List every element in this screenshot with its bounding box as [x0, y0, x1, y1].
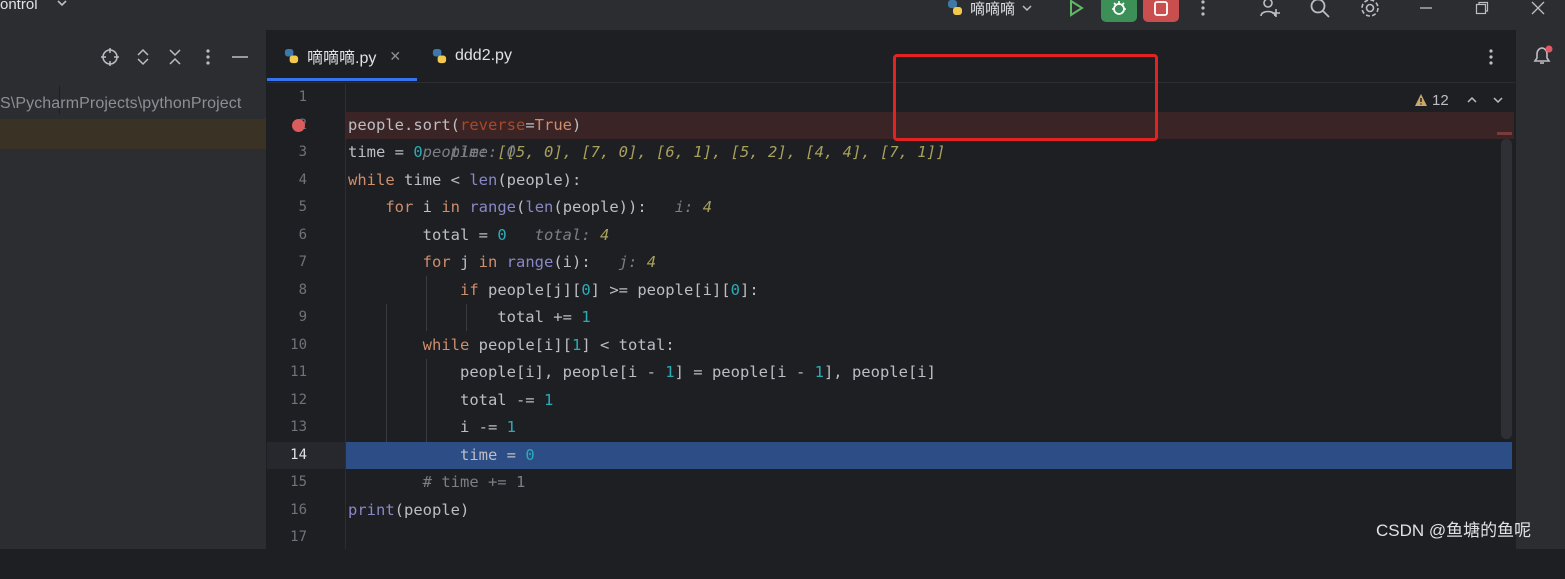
warnings-count: 12 [1432, 91, 1449, 109]
more-icon [1201, 0, 1205, 16]
highlight-annotation-box [893, 54, 1158, 141]
chevron-down-icon[interactable] [56, 0, 68, 12]
inline-debug-value: time: 0 [450, 143, 516, 161]
line-number: 12 [290, 391, 307, 408]
stop-button[interactable] [1143, 0, 1179, 22]
line-number: 4 [298, 171, 307, 188]
vcs-widget-label[interactable]: ontrol [0, 0, 38, 13]
maximize-icon [1475, 1, 1489, 15]
close-icon [1531, 1, 1545, 15]
line-number: 9 [298, 309, 307, 325]
line-number: 5 [298, 199, 307, 215]
line-number: 7 [298, 254, 307, 270]
code-line-7: for j in range(i): j: 4 [422, 253, 657, 271]
code-line-3: time = 0 time: 0 [348, 143, 516, 161]
tab-label: 嘀嘀嘀.py [307, 50, 377, 67]
code-line-9: total += 1 [497, 308, 591, 326]
right-tool-strip [1515, 30, 1565, 549]
project-tool-window: S\PycharmProjects\pythonProject [0, 30, 267, 549]
code-line-4: while time < len(people): [348, 170, 582, 189]
code-line-15: # time += 1 [422, 473, 526, 491]
more-actions-button[interactable] [1191, 0, 1215, 20]
line-number: 8 [298, 281, 307, 298]
minimize-icon [232, 56, 248, 58]
breakpoint-icon[interactable] [292, 119, 305, 132]
editor-tab-bar: 嘀嘀嘀.py ✕ ddd2.py [267, 30, 1515, 83]
python-file-icon [284, 48, 299, 63]
more-icon [1489, 49, 1493, 65]
code-editor[interactable]: people = [[7,0],[4,4],[7,1],[5,0],[6,1],… [346, 84, 1514, 549]
run-configuration-selector[interactable]: 嘀嘀嘀 [946, 0, 1033, 20]
code-line-13: i -= 1 [459, 418, 516, 436]
project-options-button[interactable] [197, 46, 219, 68]
tab-ddd2-py[interactable]: ddd2.py [431, 30, 512, 82]
code-line-8: if people[j][0] >= people[i][0]: [459, 280, 759, 299]
breakpoint-scroll-marker [1497, 132, 1512, 135]
line-number: 6 [298, 226, 307, 243]
bell-icon [1533, 45, 1553, 64]
window-close-button[interactable] [1526, 0, 1550, 20]
search-icon [1310, 0, 1330, 18]
code-line-14-execution-point: time = 0 [346, 441, 1512, 469]
more-icon [206, 49, 210, 65]
collapse-all-icon [169, 49, 181, 65]
warning-icon [1415, 94, 1427, 106]
select-opened-file-button[interactable] [99, 46, 121, 68]
editor-scrollbar[interactable] [1501, 139, 1512, 439]
run-icon [1070, 0, 1084, 17]
run-configuration-label: 嘀嘀嘀 [970, 0, 1016, 18]
tab-options-button[interactable] [1481, 46, 1501, 68]
active-tab-indicator [267, 78, 417, 81]
search-everywhere-button[interactable] [1308, 0, 1332, 20]
line-number: 17 [290, 529, 307, 545]
line-number: 3 [298, 144, 307, 160]
tab-dididi-py[interactable]: 嘀嘀嘀.py ✕ [283, 30, 401, 82]
code-line-16: print(people) [348, 500, 470, 519]
chevron-down-icon [1022, 5, 1032, 12]
line-number: 16 [290, 501, 307, 518]
debug-button[interactable] [1101, 0, 1137, 22]
python-icon [948, 0, 962, 15]
expand-all-button[interactable] [132, 46, 154, 68]
chevron-up-icon[interactable] [1466, 94, 1478, 106]
stop-icon [1154, 1, 1168, 16]
watermark: CSDN @鱼塘的鱼呢 [1376, 521, 1532, 540]
line-number-current: 14 [290, 446, 307, 463]
settings-button[interactable] [1358, 0, 1382, 20]
add-user-icon [1260, 0, 1280, 17]
crosshair-icon [101, 48, 119, 66]
code-line-6: total = 0 total: 4 [422, 225, 610, 244]
notifications-button[interactable] [1530, 44, 1554, 68]
hide-project-button[interactable] [229, 46, 251, 68]
code-line-11: people[i], people[i - 1] = people[i - 1]… [459, 363, 936, 381]
expand-collapse-icon [137, 48, 149, 66]
gear-icon [1361, 0, 1379, 17]
selected-tree-row[interactable] [0, 119, 266, 149]
inspection-widget[interactable]: 12 [1408, 88, 1455, 112]
editor-gutter: 1 2 3 4 5 6 7 8 9 10 11 12 13 14 15 16 1… [267, 84, 345, 549]
code-with-me-button[interactable] [1258, 0, 1282, 20]
line-number: 15 [290, 474, 307, 490]
tab-close-icon[interactable]: ✕ [389, 48, 401, 65]
line-number: 1 [298, 89, 307, 105]
title-bar: ontrol 嘀嘀嘀 [0, 0, 1565, 30]
line-number: 10 [290, 336, 307, 353]
code-line-5: for i in range(len(people)): i: 4 [385, 198, 713, 216]
inspection-navigation [1466, 88, 1504, 112]
code-line-12: total -= 1 [459, 390, 554, 409]
minimize-icon [1420, 7, 1432, 9]
collapse-all-button[interactable] [164, 46, 186, 68]
chevron-down-icon[interactable] [1492, 94, 1504, 106]
project-root-path[interactable]: S\PycharmProjects\pythonProject [0, 92, 241, 116]
window-minimize-button[interactable] [1414, 0, 1438, 20]
tab-label: ddd2.py [455, 47, 512, 64]
run-button[interactable] [1064, 0, 1088, 20]
line-number: 11 [290, 364, 307, 380]
code-line-10: while people[i][1] < total: [422, 335, 675, 354]
line-number: 13 [290, 419, 307, 435]
window-restore-button[interactable] [1470, 0, 1494, 20]
debug-icon [1112, 1, 1126, 15]
python-file-icon [432, 48, 447, 63]
project-toolbar [0, 30, 266, 86]
